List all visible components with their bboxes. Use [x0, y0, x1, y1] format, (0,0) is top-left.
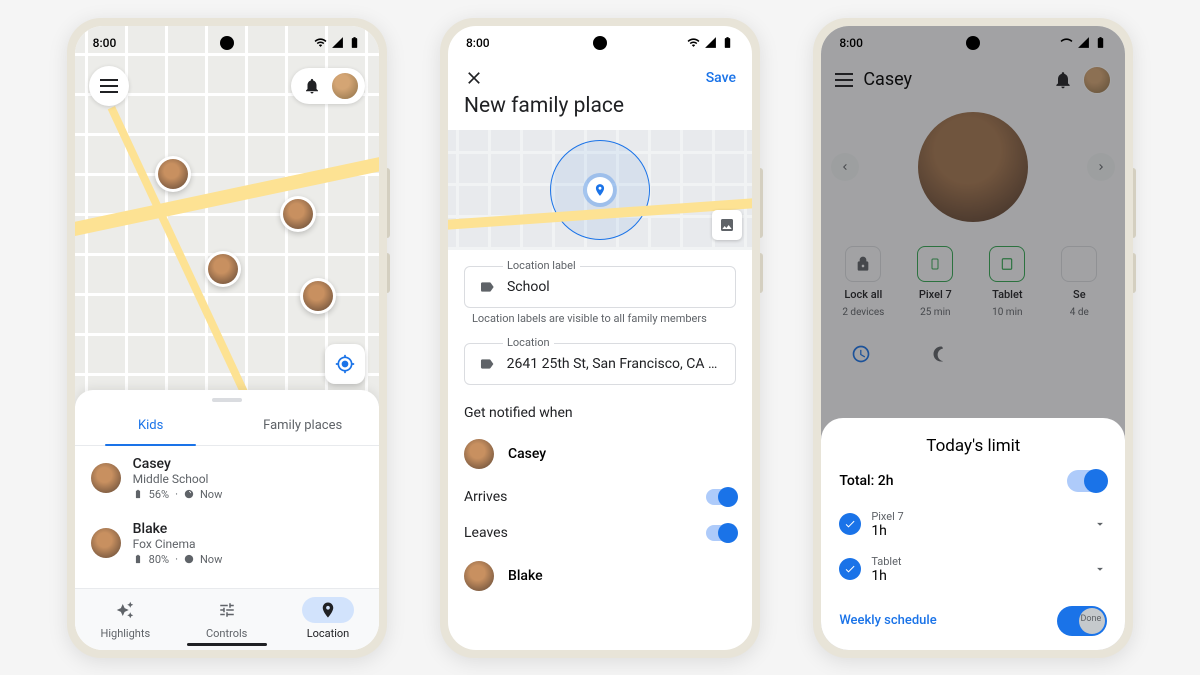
bottom-sheet: Kids Family places Casey Middle School 5…: [75, 390, 379, 650]
signal-icon: [704, 36, 717, 49]
kid-avatar: [91, 528, 121, 558]
map-pin-casey[interactable]: [155, 156, 191, 192]
person-blake: Blake: [448, 551, 752, 601]
limit-row-pixel7[interactable]: Pixel 7 1h: [839, 502, 1107, 547]
tab-kids[interactable]: Kids: [75, 406, 227, 445]
save-button[interactable]: Save: [706, 70, 736, 86]
kid-status: 56% · Now: [133, 488, 223, 501]
bell-icon: [303, 77, 321, 95]
kid-status: 80% · Now: [133, 553, 223, 566]
close-icon[interactable]: [464, 68, 484, 88]
nav-location[interactable]: Location: [277, 589, 378, 650]
map-type-button[interactable]: [712, 210, 742, 240]
battery-icon: [133, 489, 143, 499]
person-name: Blake: [508, 568, 543, 584]
kid-name: Casey: [133, 456, 223, 472]
image-icon: [719, 217, 735, 233]
location-label-value: School: [507, 279, 550, 295]
kid-avatar: [91, 463, 121, 493]
geofence-circle: [550, 140, 650, 240]
sheet-handle[interactable]: [212, 398, 242, 402]
limit-row-tablet[interactable]: Tablet 1h: [839, 547, 1107, 592]
person-avatar: [464, 439, 494, 469]
nav-controls[interactable]: Controls: [176, 589, 277, 650]
total-switch[interactable]: [1067, 470, 1107, 492]
check-icon: [839, 558, 861, 580]
wifi-icon: [687, 36, 700, 49]
weekly-schedule-link[interactable]: Weekly schedule: [839, 613, 936, 628]
sparkle-icon: [116, 601, 134, 619]
switch-on[interactable]: [706, 525, 736, 541]
profile-chip[interactable]: [291, 68, 365, 104]
phone-todays-limit: 8:00 Casey: [813, 18, 1133, 658]
map-pin-4[interactable]: [300, 278, 336, 314]
kid-row-blake[interactable]: Blake Fox Cinema 80% · Now: [75, 511, 379, 576]
signal-icon: [184, 489, 194, 499]
total-label: Total: 2h: [839, 473, 893, 489]
helper-text: Location labels are visible to all famil…: [448, 312, 752, 325]
person-casey: Casey: [448, 429, 752, 479]
done-button[interactable]: Done: [1057, 606, 1107, 636]
bottom-nav: Highlights Controls Location: [75, 588, 379, 650]
location-label-field[interactable]: Location label School: [464, 266, 736, 308]
notify-header: Get notified when: [448, 389, 752, 429]
user-avatar: [331, 72, 359, 100]
location-pin-icon: [319, 601, 337, 619]
sheet-title: Today's limit: [839, 436, 1107, 456]
locate-me-button[interactable]: [325, 344, 365, 384]
signal-icon: [331, 36, 344, 49]
chevron-down-icon: [1093, 562, 1107, 576]
crosshair-icon: [335, 354, 355, 374]
status-time: 8:00: [466, 36, 490, 50]
status-time: 8:00: [93, 36, 117, 50]
field-label: Location label: [503, 259, 580, 272]
page-title: New family place: [448, 94, 752, 130]
phone-new-family-place: 8:00 Save New family place Loc: [440, 18, 760, 658]
map-pin-3[interactable]: [280, 196, 316, 232]
todays-limit-sheet: Today's limit Total: 2h Pixel 7 1h: [821, 418, 1125, 650]
nav-highlights[interactable]: Highlights: [75, 589, 176, 650]
switch-on[interactable]: [706, 489, 736, 505]
battery-icon: [721, 36, 734, 49]
battery-icon: [133, 554, 143, 564]
tab-family-places[interactable]: Family places: [227, 406, 379, 445]
chevron-down-icon: [1093, 517, 1107, 531]
phone-location-map: 8:00 Kids Family places: [67, 18, 387, 658]
signal-icon: [184, 554, 194, 564]
kid-row-casey[interactable]: Casey Middle School 56% · Now: [75, 446, 379, 511]
signal-icon: [1077, 36, 1090, 49]
field-label: Location: [503, 336, 554, 349]
battery-icon: [348, 36, 361, 49]
wifi-icon: [1060, 36, 1073, 49]
tag-icon: [479, 356, 495, 372]
gesture-bar[interactable]: [187, 643, 267, 646]
status-time: 8:00: [839, 36, 863, 50]
battery-icon: [1094, 36, 1107, 49]
person-name: Casey: [508, 446, 546, 462]
geofence-pin: [587, 177, 613, 203]
map-pin-blake[interactable]: [205, 251, 241, 287]
toggle-arrives-casey[interactable]: Arrives: [448, 479, 752, 515]
location-address-field[interactable]: Location 2641 25th St, San Francisco, CA…: [464, 343, 736, 385]
mini-map[interactable]: [448, 130, 752, 250]
tag-icon: [479, 279, 495, 295]
menu-button[interactable]: [89, 66, 129, 106]
hamburger-icon: [100, 85, 118, 87]
location-pin-icon: [593, 183, 607, 197]
kid-name: Blake: [133, 521, 223, 537]
kid-place: Fox Cinema: [133, 537, 223, 551]
toggle-leaves-casey[interactable]: Leaves: [448, 515, 752, 551]
sliders-icon: [218, 601, 236, 619]
person-avatar: [464, 561, 494, 591]
check-icon: [839, 513, 861, 535]
wifi-icon: [314, 36, 327, 49]
location-address-value: 2641 25th St, San Francisco, CA 9…: [507, 356, 721, 372]
kid-place: Middle School: [133, 472, 223, 486]
